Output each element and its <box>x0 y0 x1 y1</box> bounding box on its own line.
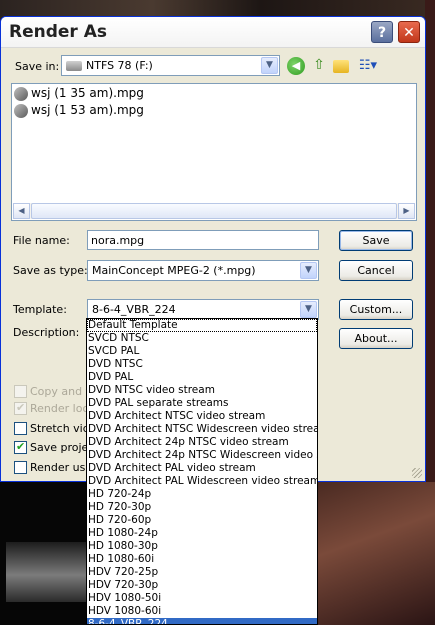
save-project-checkbox-label: Save projec <box>30 441 95 454</box>
template-option[interactable]: DVD Architect PAL video stream <box>87 462 317 475</box>
template-option[interactable]: DVD PAL separate streams <box>87 397 317 410</box>
scroll-left-icon[interactable]: ◀ <box>13 203 30 219</box>
save-as-type-combo[interactable]: MainConcept MPEG-2 (*.mpg) ▼ <box>87 260 319 281</box>
template-option[interactable]: HD 1080-30p <box>87 540 317 553</box>
file-name-label: File name: <box>13 234 70 247</box>
save-button[interactable]: Save <box>339 230 413 251</box>
file-name-field[interactable]: nora.mpg <box>87 230 319 250</box>
template-option[interactable]: HD 720-24p <box>87 488 317 501</box>
stretch-video-checkbox[interactable] <box>14 422 27 435</box>
chevron-down-icon[interactable]: ▼ <box>300 262 317 279</box>
template-option[interactable]: HD 1080-60i <box>87 553 317 566</box>
list-item[interactable]: wsj (1 53 am).mpg <box>14 103 144 119</box>
template-option[interactable]: HDV 1080-60i <box>87 605 317 618</box>
template-value: 8-6-4_VBR_224 <box>92 303 176 316</box>
template-option[interactable]: DVD Architect PAL Widescreen video strea… <box>87 475 317 488</box>
chevron-down-icon[interactable]: ▼ <box>300 301 317 318</box>
save-in-value: NTFS 78 (F:) <box>86 59 153 72</box>
video-file-icon <box>14 86 28 101</box>
background-video-frame <box>318 482 435 625</box>
scroll-right-icon[interactable]: ▶ <box>398 203 415 219</box>
template-dropdown-list[interactable]: Default Template SVCD NTSC SVCD PAL DVD NTS… <box>86 318 318 625</box>
save-as-type-value: MainConcept MPEG-2 (*.mpg) <box>92 264 256 277</box>
template-option[interactable]: SVCD PAL <box>87 345 317 358</box>
up-folder-icon[interactable]: ⇧ <box>310 57 328 75</box>
template-label: Template: <box>13 303 67 316</box>
about-button[interactable]: About... <box>339 328 413 349</box>
template-option[interactable]: Default Template <box>87 319 317 332</box>
file-list[interactable]: wsj (1 35 am).mpg wsj (1 53 am).mpg ◀ ▶ <box>11 83 417 221</box>
background-waveform <box>0 482 86 625</box>
save-in-label: Save in: <box>15 60 60 73</box>
save-as-type-label: Save as type: <box>13 264 88 277</box>
template-combo[interactable]: 8-6-4_VBR_224 ▼ <box>87 299 319 320</box>
copy-checkbox[interactable] <box>14 385 27 398</box>
template-option[interactable]: HDV 720-25p <box>87 566 317 579</box>
help-icon[interactable]: ? <box>371 21 393 43</box>
template-option[interactable]: HD 720-60p <box>87 514 317 527</box>
title-bar[interactable]: Render As ? ✕ <box>1 17 425 48</box>
new-folder-icon[interactable] <box>333 60 349 73</box>
copy-checkbox-label: Copy and tr <box>30 385 95 398</box>
template-option[interactable]: DVD PAL <box>87 371 317 384</box>
save-project-checkbox[interactable]: ✔ <box>14 440 27 454</box>
template-option[interactable]: DVD Architect 24p NTSC Widescreen video … <box>87 449 317 462</box>
template-option[interactable]: DVD NTSC <box>87 358 317 371</box>
render-using-checkbox[interactable] <box>14 461 27 474</box>
template-option[interactable]: DVD Architect 24p NTSC video stream <box>87 436 317 449</box>
custom-button[interactable]: Custom... <box>339 299 413 320</box>
cancel-button[interactable]: Cancel <box>339 260 413 281</box>
template-option[interactable]: HD 720-30p <box>87 501 317 514</box>
video-file-icon <box>14 103 28 118</box>
drive-icon <box>66 61 82 71</box>
file-name-value: nora.mpg <box>91 234 145 247</box>
save-in-combo[interactable]: NTFS 78 (F:) ▼ <box>61 55 280 76</box>
window-title: Render As <box>9 22 107 42</box>
description-label: Description: <box>13 326 80 339</box>
template-option[interactable]: DVD NTSC video stream <box>87 384 317 397</box>
template-option[interactable]: SVCD NTSC <box>87 332 317 345</box>
horizontal-scrollbar[interactable]: ◀ ▶ <box>13 203 415 219</box>
list-item[interactable]: wsj (1 35 am).mpg <box>14 86 144 102</box>
scroll-thumb[interactable] <box>31 203 397 219</box>
render-loop-checkbox[interactable]: ✔ <box>14 401 27 415</box>
views-menu-icon[interactable]: ☷▾ <box>356 57 380 75</box>
template-option[interactable]: DVD Architect NTSC video stream <box>87 410 317 423</box>
template-option[interactable]: 8-6-4_VBR_224 <box>87 618 317 624</box>
template-option[interactable]: HDV 1080-50i <box>87 592 317 605</box>
resize-grip-icon[interactable] <box>412 468 422 478</box>
close-icon[interactable]: ✕ <box>398 21 420 43</box>
back-icon[interactable]: ◀ <box>287 57 305 75</box>
template-option[interactable]: DVD Architect NTSC Widescreen video stre… <box>87 423 317 436</box>
template-option[interactable]: HDV 720-30p <box>87 579 317 592</box>
chevron-down-icon[interactable]: ▼ <box>261 57 278 74</box>
template-option[interactable]: HD 1080-24p <box>87 527 317 540</box>
